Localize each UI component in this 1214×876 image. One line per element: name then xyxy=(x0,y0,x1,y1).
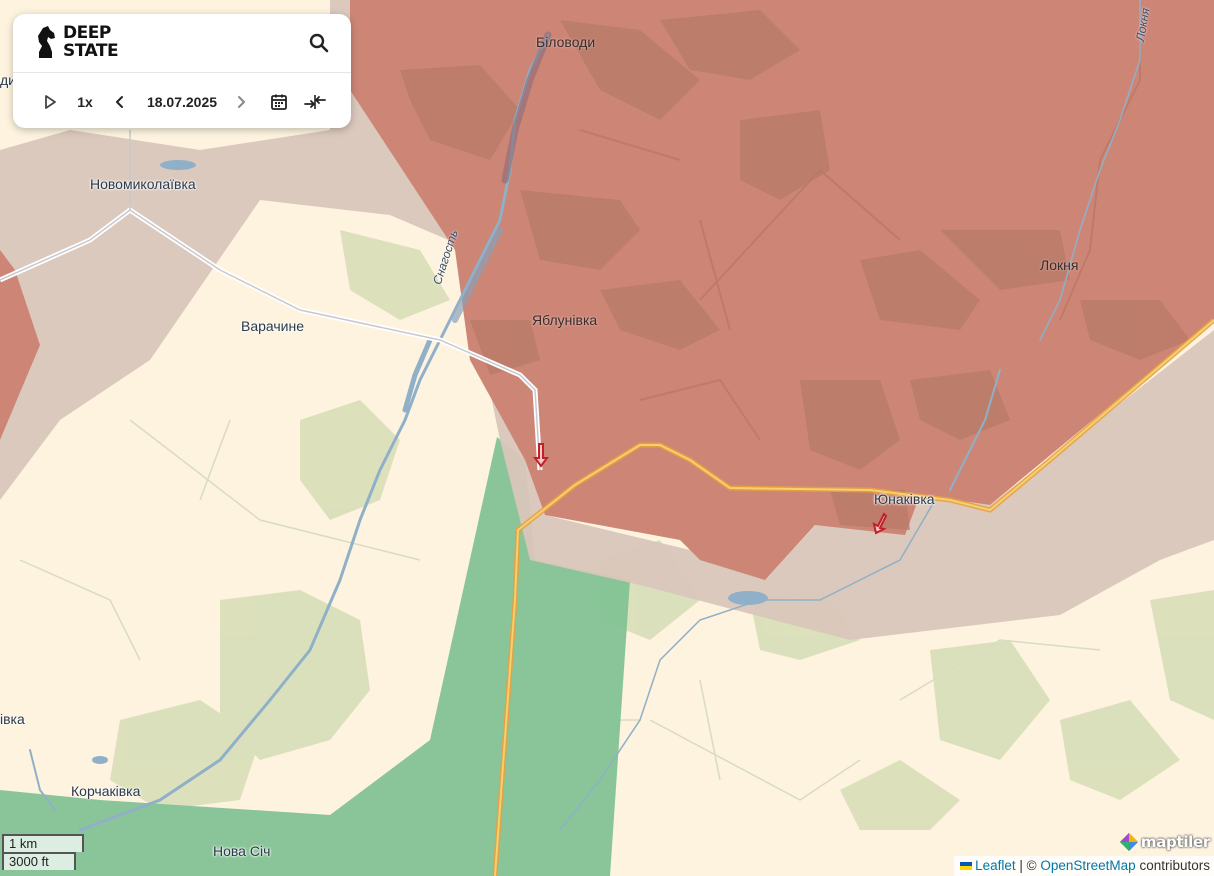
place-loknia: Локня xyxy=(1040,257,1079,273)
place-novomykolaivka: Новомиколаївка xyxy=(90,176,196,192)
place-varachyne: Варачине xyxy=(241,318,305,334)
place-yunakivka: Юнаківка xyxy=(874,491,935,507)
attribution-suffix: contributors xyxy=(1139,858,1210,873)
compare-button[interactable] xyxy=(303,91,327,113)
next-day-button[interactable] xyxy=(233,91,249,113)
scale-bar: 1 km 3000 ft xyxy=(2,834,84,870)
maptiler-label: maptiler xyxy=(1140,833,1210,851)
compare-arrows-icon xyxy=(304,95,326,109)
prev-day-button[interactable] xyxy=(112,91,128,113)
attribution-separator: | © xyxy=(1019,858,1037,873)
brand-line-2: STATE xyxy=(63,41,119,61)
timeline-panel: DEEP STATE 1x 18.07.2025 xyxy=(13,14,351,128)
chevron-right-icon xyxy=(238,96,245,108)
brand-name: DEEP STATE xyxy=(63,23,119,61)
maptiler-logo-icon xyxy=(1119,833,1138,851)
calendar-button[interactable] xyxy=(268,91,290,113)
map-attribution: Leaflet | © OpenStreetMap contributors xyxy=(954,856,1214,876)
openstreetmap-link[interactable]: OpenStreetMap xyxy=(1040,858,1135,873)
play-button[interactable] xyxy=(40,91,60,113)
scale-imperial: 3000 ft xyxy=(2,852,76,870)
date-display[interactable]: 18.07.2025 xyxy=(141,91,223,113)
search-icon xyxy=(309,33,329,53)
place-yablunivka: Яблунівка xyxy=(532,312,598,328)
brand-line-1: DEEP xyxy=(63,23,111,43)
timeline-controls: 1x 18.07.2025 xyxy=(13,73,351,129)
play-icon xyxy=(45,95,56,109)
chevron-left-icon xyxy=(116,96,123,108)
place-partial-left: івка xyxy=(0,711,25,727)
speed-toggle[interactable]: 1x xyxy=(71,91,99,113)
search-button[interactable] xyxy=(307,31,331,55)
scale-metric: 1 km xyxy=(2,834,84,852)
map-canvas[interactable] xyxy=(0,0,1214,876)
knight-logo-icon xyxy=(38,26,55,58)
panel-header: DEEP STATE xyxy=(13,14,351,73)
ukraine-flag-icon xyxy=(960,862,973,871)
place-nova-sich: Нова Січ xyxy=(213,843,271,859)
maptiler-logo[interactable]: maptiler xyxy=(1119,832,1210,852)
deepstate-logo[interactable]: DEEP STATE xyxy=(35,23,119,61)
calendar-icon xyxy=(271,94,287,110)
place-bilovody: Біловоди xyxy=(536,34,596,50)
place-korchakivka: Корчаківка xyxy=(71,783,141,799)
leaflet-link[interactable]: Leaflet xyxy=(975,858,1016,873)
